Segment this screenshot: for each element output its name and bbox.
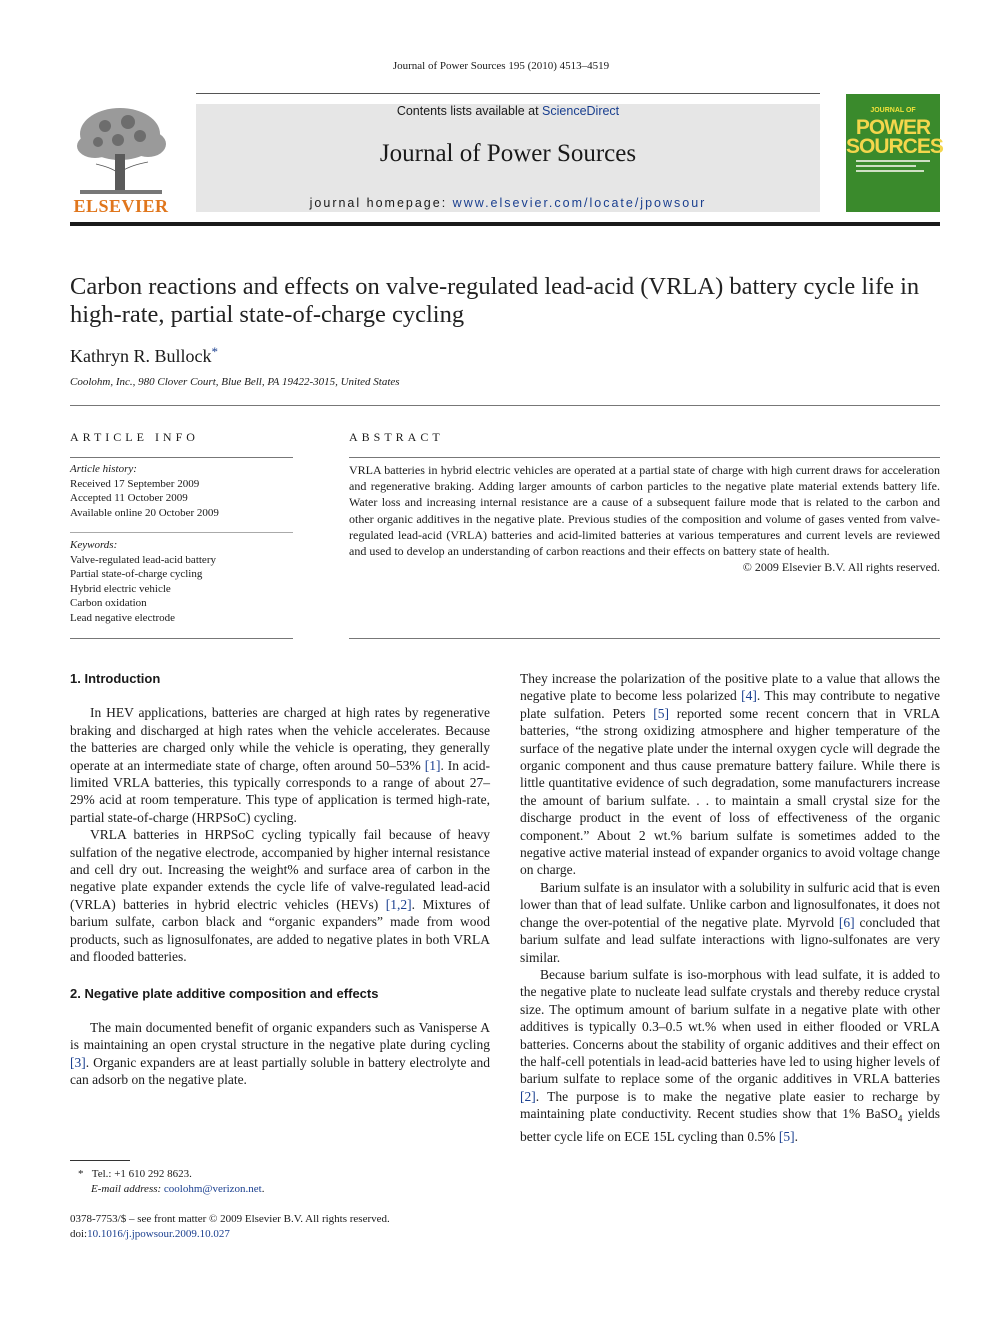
affiliation: Coolohm, Inc., 980 Clover Court, Blue Be… (70, 376, 400, 388)
page-footer: 0378-7753/$ – see front matter © 2009 El… (70, 1212, 390, 1241)
doi-link[interactable]: 10.1016/j.jpowsour.2009.10.027 (87, 1228, 230, 1240)
abstract: VRLA batteries in hybrid electric vehicl… (349, 462, 940, 575)
text: reported some recent concern that in VRL… (520, 705, 940, 878)
text: . (261, 1182, 265, 1195)
citation-link[interactable]: [1,2] (386, 897, 412, 912)
keywords-label: Keywords: (70, 539, 118, 551)
article-info-heading: ARTICLE INFO (70, 430, 199, 444)
homepage-label: journal homepage: (309, 196, 453, 210)
keyword: Carbon oxidation (70, 597, 147, 609)
contents-line: Contents lists available at ScienceDirec… (196, 104, 820, 118)
keyword: Hybrid electric vehicle (70, 582, 171, 595)
footnote-tel: Tel.: +1 610 292 8623. (91, 1168, 192, 1180)
divider (349, 457, 940, 458)
citation-link[interactable]: [1] (425, 758, 441, 773)
keywords: Keywords: Valve-regulated lead-acid batt… (70, 538, 293, 625)
divider (349, 638, 940, 639)
section-heading: 1. Introduction (70, 671, 161, 686)
running-head: Journal of Power Sources 195 (2010) 4513… (392, 60, 610, 72)
citation-link[interactable]: [3] (70, 1055, 86, 1070)
footnote-mark: * (78, 1168, 84, 1180)
citation-link[interactable]: [5] (779, 1129, 795, 1144)
divider (70, 405, 940, 406)
keyword: Partial state-of-charge cycling (70, 568, 203, 580)
contents-prefix: Contents lists available at (396, 104, 543, 118)
body-column-left: 1. Introduction In HEV applications, bat… (70, 670, 490, 1089)
header-rule (196, 93, 820, 94)
text: . Organic expanders are at least partial… (70, 1054, 490, 1088)
cover-title-line2: SOURCES (846, 135, 944, 158)
paragraph: VRLA batteries in HRPSoC cycling typical… (70, 826, 490, 965)
sciencedirect-link[interactable]: ScienceDirect (542, 104, 619, 118)
section-heading: 2. Negative plate additive composition a… (70, 985, 379, 1001)
author-footnote-mark[interactable]: * (212, 344, 219, 359)
keyword: Lead negative electrode (70, 611, 176, 624)
paragraph: They increase the polarization of the po… (520, 670, 940, 879)
paragraph: Barium sulfate is an insulator with a so… (520, 879, 940, 966)
email-label: E-mail address: (91, 1182, 164, 1195)
body-column-right: They increase the polarization of the po… (520, 670, 940, 1146)
author-name: Kathryn R. Bullock (70, 346, 212, 366)
publisher-wordmark: ELSEVIER (73, 196, 169, 216)
abstract-heading: ABSTRACT (349, 430, 444, 444)
journal-homepage: journal homepage: www.elsevier.com/locat… (196, 196, 820, 210)
journal-name: Journal of Power Sources (379, 140, 637, 167)
footnote-rule (70, 1160, 130, 1161)
text: Because barium sulfate is iso-morphous w… (520, 966, 940, 1087)
history-received: Received 17 September 2009 (70, 477, 200, 490)
article-history: Article history: Received 17 September 2… (70, 462, 293, 520)
citation-link[interactable]: [2] (520, 1089, 536, 1104)
text: . (794, 1129, 799, 1145)
history-accepted: Accepted 11 October 2009 (70, 492, 188, 504)
keyword: Valve-regulated lead-acid battery (70, 553, 216, 566)
citation-link[interactable]: [5] (653, 706, 669, 721)
history-online: Available online 20 October 2009 (70, 506, 219, 519)
divider (70, 638, 293, 639)
citation-link[interactable]: [6] (839, 915, 855, 930)
text: The main documented benefit of organic e… (70, 1019, 490, 1053)
divider (70, 457, 293, 458)
email-link[interactable]: coolohm@verizon.net (164, 1183, 262, 1195)
citation-link[interactable]: [4] (741, 688, 757, 703)
paragraph: In HEV applications, batteries are charg… (70, 704, 490, 826)
doi-label: doi: (70, 1227, 88, 1240)
paragraph: The main documented benefit of organic e… (70, 1019, 490, 1089)
issn-line: 0378-7753/$ – see front matter © 2009 El… (70, 1213, 390, 1225)
footnote: * Tel.: +1 610 292 8623. E-mail address:… (78, 1167, 264, 1196)
text: . The purpose is to make the negative pl… (520, 1088, 940, 1122)
divider (70, 532, 293, 533)
history-label: Article history: (70, 463, 137, 475)
abstract-copyright: © 2009 Elsevier B.V. All rights reserved… (742, 560, 940, 575)
paragraph: Because barium sulfate is iso-morphous w… (520, 966, 940, 1146)
header-divider (70, 222, 940, 226)
journal-cover-thumbnail: JOURNAL OF POWER SOURCES (846, 94, 944, 212)
homepage-link[interactable]: www.elsevier.com/locate/jpowsour (453, 196, 707, 210)
author: Kathryn R. Bullock* (70, 344, 218, 367)
article-title: Carbon reactions and effects on valve-re… (70, 273, 920, 328)
abstract-body: VRLA batteries in hybrid electric vehicl… (349, 463, 940, 559)
